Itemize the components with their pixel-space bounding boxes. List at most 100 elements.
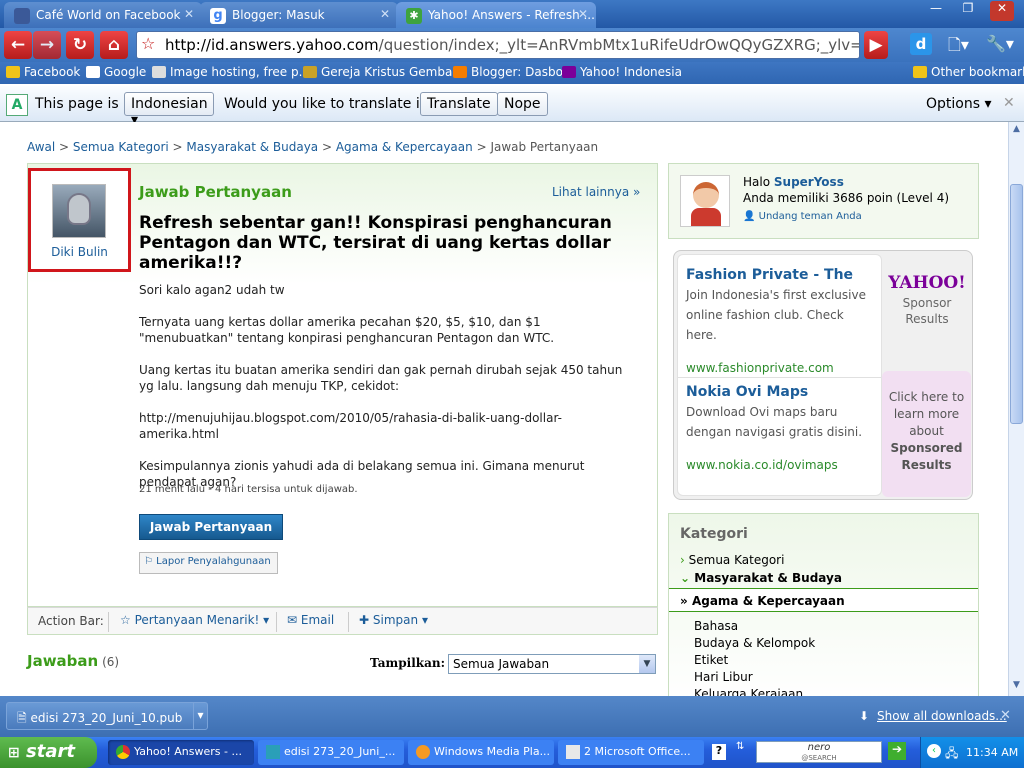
ad-url[interactable]: www.fashionprivate.com xyxy=(686,361,876,375)
nope-button[interactable]: Nope xyxy=(497,92,548,116)
scroll-thumb[interactable] xyxy=(1010,184,1023,424)
translate-button[interactable]: Translate xyxy=(420,92,498,116)
taskbar-item-chrome[interactable]: Yahoo! Answers - ... xyxy=(108,740,254,765)
minimize-icon[interactable]: — xyxy=(924,1,948,21)
options-label: Options xyxy=(926,96,981,112)
tab-yahoo-answers[interactable]: ✱ Yahoo! Answers - Refresh ... ✕ xyxy=(396,2,596,28)
breadcrumb-masyarakat[interactable]: Masyarakat & Budaya xyxy=(186,140,318,154)
category-item[interactable]: Keluarga Kerajaan xyxy=(694,686,815,696)
tab-cafe-world[interactable]: Café World on Facebook ✕ xyxy=(4,2,202,28)
tab-blogger[interactable]: g Blogger: Masuk ✕ xyxy=(200,2,398,28)
address-bar[interactable]: ☆ http://id.answers.yahoo.com/question/i… xyxy=(136,31,860,59)
other-bookmarks[interactable]: Other bookmarks xyxy=(913,65,1024,79)
taskbar-label: edisi 273_20_Juni_... xyxy=(284,745,396,758)
close-window-icon[interactable]: ✕ xyxy=(990,1,1014,21)
answer-question-button[interactable]: Jawab Pertanyaan xyxy=(139,514,283,540)
user-avatar[interactable] xyxy=(680,175,730,227)
sponsor-info-link[interactable]: Click here to learn more about Sponsored… xyxy=(882,371,971,497)
chevron-down-icon: ▾ xyxy=(984,96,992,112)
bookmark-label: Google xyxy=(104,65,147,79)
save-button[interactable]: ✚ Simpan ▾ xyxy=(359,613,428,627)
taskbar-item-media-player[interactable]: Windows Media Pla... xyxy=(408,740,554,765)
close-icon[interactable]: ✕ xyxy=(184,7,194,21)
search-go-icon[interactable]: ➔ xyxy=(888,742,906,760)
scroll-up-icon[interactable]: ▲ xyxy=(1010,124,1023,138)
ad-nokia[interactable]: Nokia Ovi Maps Download Ovi maps baru de… xyxy=(686,384,876,472)
question-title: Refresh sebentar gan!! Konspirasi pengha… xyxy=(139,213,612,273)
download-item[interactable]: 🗎 edisi 273_20_Juni_10.pub ▾ xyxy=(6,702,208,730)
chevron-down-icon[interactable]: ▾ xyxy=(193,703,207,729)
avatar[interactable] xyxy=(52,184,106,238)
see-more-link[interactable]: Lihat lainnya » xyxy=(552,185,640,199)
category-item[interactable]: Etiket xyxy=(694,652,815,669)
user-name[interactable]: SuperYoss xyxy=(774,175,844,189)
network-icon[interactable]: 🖧 xyxy=(945,744,958,765)
bookmark-image-hosting[interactable]: Image hosting, free p... xyxy=(152,65,310,79)
bookmark-facebook[interactable]: Facebook xyxy=(6,65,80,79)
show-label: Tampilkan: xyxy=(370,656,446,670)
maximize-icon[interactable]: ❐ xyxy=(956,1,980,21)
email-button[interactable]: ✉ Email xyxy=(287,613,334,627)
start-button[interactable]: ⊞ start xyxy=(0,737,97,768)
asker-name[interactable]: Diki Bulin xyxy=(31,245,128,259)
breadcrumb-agama[interactable]: Agama & Kepercayaan xyxy=(336,140,473,154)
interesting-question-button[interactable]: ☆ Pertanyaan Menarik! ▾ xyxy=(120,613,269,627)
office-icon xyxy=(566,745,580,759)
close-icon[interactable]: ✕ xyxy=(1000,708,1011,723)
language-select[interactable]: Indonesian ▾ xyxy=(124,92,214,128)
ultraman-figure xyxy=(67,193,91,225)
taskbar-item-publisher[interactable]: edisi 273_20_Juni_... xyxy=(258,740,404,765)
breadcrumb-current: Jawab Pertanyaan xyxy=(490,140,599,154)
invite-friends-link[interactable]: 👤 Undang teman Anda xyxy=(743,211,862,222)
scroll-down-icon[interactable]: ▼ xyxy=(1010,680,1023,694)
translate-options[interactable]: Options ▾ xyxy=(926,96,992,112)
close-icon[interactable]: ✕ xyxy=(1003,95,1015,111)
ad-fashion[interactable]: Fashion Private - The Join Indonesia's f… xyxy=(686,267,876,375)
ad-title[interactable]: Fashion Private - The xyxy=(686,267,876,283)
close-icon[interactable]: ✕ xyxy=(578,7,588,21)
go-icon[interactable]: ▶ xyxy=(864,31,888,59)
action-bar-label: Action Bar: xyxy=(38,614,104,628)
double-arrow-icon: » xyxy=(680,594,688,608)
breadcrumb-awal[interactable]: Awal xyxy=(27,140,55,154)
category-parent[interactable]: ⌄ Masyarakat & Budaya xyxy=(680,571,842,585)
bookmark-blogger[interactable]: Blogger: Dasbor xyxy=(453,65,568,79)
back-icon[interactable]: ← xyxy=(4,31,32,59)
breadcrumb: Awal > Semua Kategori > Masyarakat & Bud… xyxy=(27,140,599,154)
windows-logo-icon: ⊞ xyxy=(8,745,20,761)
report-abuse-button[interactable]: ⚐ Lapor Penyalahgunaan xyxy=(139,552,278,574)
category-item[interactable]: Budaya & Kelompok xyxy=(694,635,815,652)
ad-url[interactable]: www.nokia.co.id/ovimaps xyxy=(686,458,876,472)
page-menu-icon[interactable]: 🗋▾ xyxy=(948,34,969,61)
help-icon[interactable]: ? xyxy=(712,744,726,760)
clock[interactable]: 11:34 AM xyxy=(966,746,1018,759)
category-current[interactable]: » Agama & Kepercayaan xyxy=(669,588,978,612)
nero-search-box[interactable]: nero @SEARCH xyxy=(756,741,882,763)
show-answers-select[interactable]: Semua Jawaban ▼ xyxy=(448,654,656,674)
close-icon[interactable]: ✕ xyxy=(380,7,390,21)
breadcrumb-semua-kategori[interactable]: Semua Kategori xyxy=(73,140,169,154)
page-scrollbar[interactable]: ▲ ▼ xyxy=(1008,122,1024,696)
sponsor-box: Fashion Private - The Join Indonesia's f… xyxy=(673,250,973,500)
home-icon[interactable]: ⌂ xyxy=(100,31,128,59)
star-icon[interactable]: ☆ xyxy=(141,34,155,53)
wrench-icon[interactable]: 🔧▾ xyxy=(986,34,1014,53)
taskbar-item-office[interactable]: 2 Microsoft Office... xyxy=(558,740,704,765)
category-item[interactable]: Bahasa xyxy=(694,618,815,635)
extension-icon[interactable]: d xyxy=(910,33,932,55)
show-all-downloads[interactable]: Show all downloads... xyxy=(877,709,1007,723)
sponsor-click-text: Click here to learn more about xyxy=(888,390,965,438)
category-item[interactable]: Hari Libur xyxy=(694,669,815,686)
nero-logo: nero xyxy=(807,742,831,753)
tray-expand-icon[interactable]: ‹ xyxy=(927,744,941,758)
language-icon[interactable]: ⇅ xyxy=(736,741,744,752)
bookmark-google[interactable]: Google xyxy=(86,65,146,79)
bookmark-gereja[interactable]: Gereja Kristus Gembal... xyxy=(303,65,467,79)
reload-icon[interactable]: ↻ xyxy=(66,31,94,59)
bookmark-yahoo[interactable]: Yahoo! Indonesia xyxy=(562,65,682,79)
category-all[interactable]: › Semua Kategori xyxy=(680,553,784,567)
forward-icon[interactable]: → xyxy=(33,31,61,59)
ad-title[interactable]: Nokia Ovi Maps xyxy=(686,384,876,400)
chevron-down-icon: ▼ xyxy=(639,655,655,673)
chevron-down-icon: ▾ xyxy=(421,613,428,627)
